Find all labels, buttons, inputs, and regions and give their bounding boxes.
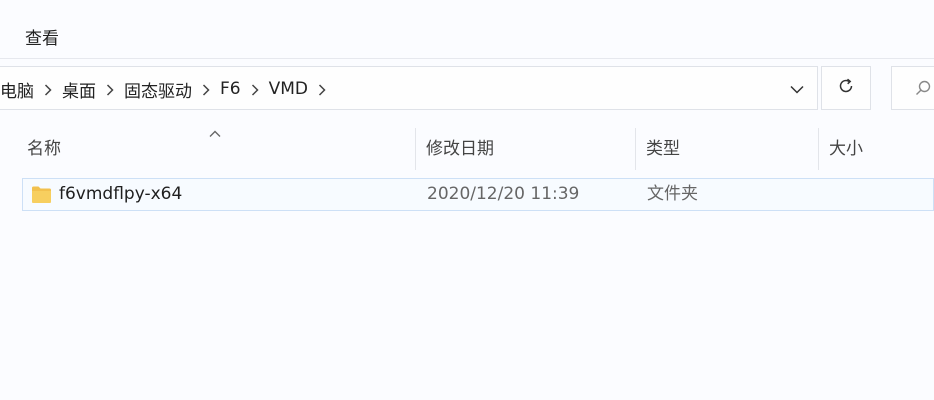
file-name[interactable]: f6vmdflpy-x64 [59,179,182,210]
file-modified: 2020/12/20 11:39 [427,184,580,204]
folder-icon [31,185,52,208]
column-divider[interactable] [635,128,636,170]
chevron-right-icon[interactable] [308,80,336,99]
file-explorer-window: 查看 电脑 桌面 固态驱动 F6 VMD 名称 修改日期 类型 大小 f6vmd… [0,0,934,400]
breadcrumb-item-ssd[interactable]: 固态驱动 [124,77,192,102]
chevron-down-icon[interactable] [787,79,807,99]
address-bar[interactable]: 电脑 桌面 固态驱动 F6 VMD [0,66,818,110]
chevron-right-icon[interactable] [192,80,220,99]
column-name[interactable]: 名称 [27,128,61,170]
column-type[interactable]: 类型 [646,128,680,170]
column-modified[interactable]: 修改日期 [426,128,494,170]
breadcrumb-item-computer[interactable]: 电脑 [0,77,34,102]
chevron-right-icon[interactable] [34,80,62,99]
chevron-right-icon[interactable] [241,80,269,99]
breadcrumb-item-vmd[interactable]: VMD [269,79,308,99]
search-input[interactable] [891,66,934,110]
breadcrumb-item-f6[interactable]: F6 [220,79,241,99]
column-divider[interactable] [415,128,416,170]
column-divider[interactable] [818,128,819,170]
refresh-icon [837,77,855,99]
refresh-button[interactable] [821,66,871,110]
view-menu[interactable]: 查看 [25,24,59,49]
breadcrumb-item-desktop[interactable]: 桌面 [62,77,96,102]
chevron-right-icon[interactable] [96,80,124,99]
table-row[interactable]: f6vmdflpy-x64 2020/12/20 11:39 文件夹 [22,178,934,211]
breadcrumb: 电脑 桌面 固态驱动 F6 VMD [0,67,336,111]
column-size[interactable]: 大小 [829,128,863,170]
file-type: 文件夹 [647,184,698,204]
search-icon [914,79,932,101]
sort-up-icon[interactable] [208,124,222,143]
menu-bar: 查看 [0,0,934,59]
